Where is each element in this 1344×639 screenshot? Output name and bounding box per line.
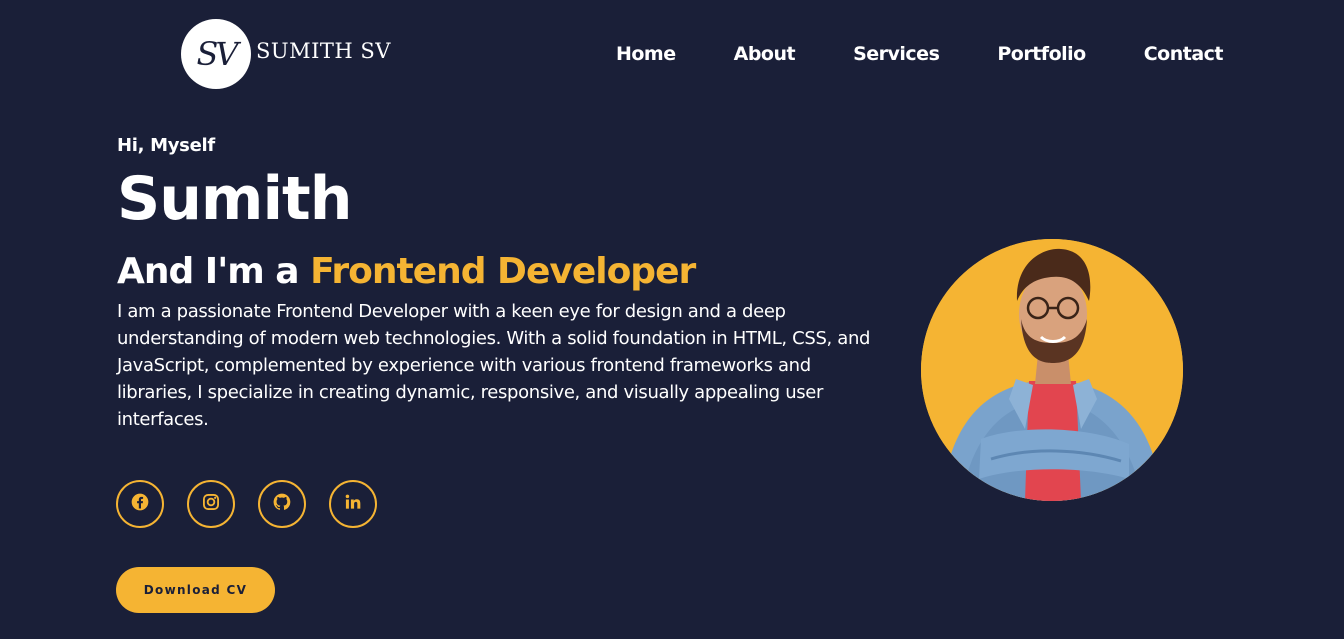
- logo[interactable]: SV SUMITH SV: [181, 19, 391, 89]
- logo-monogram: SV: [181, 19, 251, 89]
- social-links: [116, 480, 377, 528]
- github-link[interactable]: [258, 480, 306, 528]
- profile-photo: [921, 239, 1183, 501]
- hero-role-prefix: And I'm a: [117, 251, 311, 292]
- hero-role-highlight: Frontend Developer: [310, 251, 696, 292]
- instagram-icon: [201, 492, 221, 516]
- hero-name: Sumith: [117, 164, 352, 234]
- linkedin-icon: [343, 492, 363, 516]
- github-icon: [272, 492, 292, 516]
- instagram-link[interactable]: [187, 480, 235, 528]
- main-nav: Home About Services Portfolio Contact: [616, 43, 1224, 65]
- nav-portfolio-link[interactable]: Portfolio: [997, 43, 1086, 65]
- facebook-icon: [130, 492, 150, 516]
- hero-greeting: Hi, Myself: [117, 135, 215, 156]
- nav-contact-link[interactable]: Contact: [1144, 43, 1224, 65]
- nav-home-link[interactable]: Home: [616, 43, 676, 65]
- facebook-link[interactable]: [116, 480, 164, 528]
- page: SV SUMITH SV Home About Services Portfol…: [0, 0, 1344, 639]
- hero-bio: I am a passionate Frontend Developer wit…: [117, 301, 871, 430]
- download-cv-button[interactable]: Download CV: [116, 567, 275, 613]
- hero-role: And I'm a Frontend Developer: [117, 250, 907, 294]
- linkedin-link[interactable]: [329, 480, 377, 528]
- nav-about-link[interactable]: About: [734, 43, 796, 65]
- nav-services-link[interactable]: Services: [853, 43, 940, 65]
- hero-section: Hi, Myself Sumith And I'm a Frontend Dev…: [117, 135, 907, 433]
- logo-name: SUMITH SV: [256, 39, 391, 63]
